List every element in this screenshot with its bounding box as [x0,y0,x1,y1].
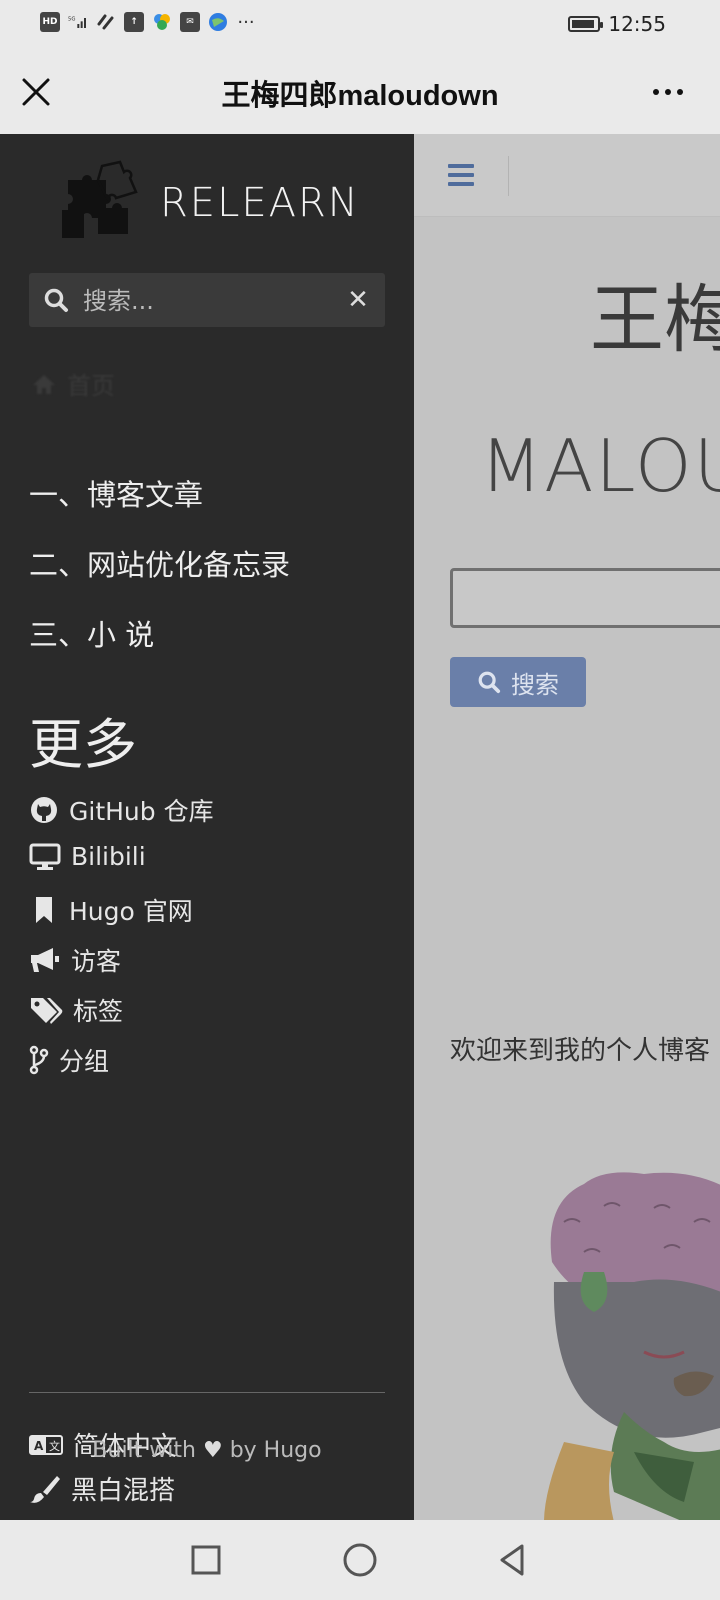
github-icon [31,797,57,823]
desktop-icon [29,843,61,870]
link-label: 访客 [71,947,122,976]
link-tags[interactable]: 标签 [29,992,123,1028]
paintbrush-icon [30,1475,60,1503]
welcome-text: 欢迎来到我的个人博客 [450,1036,711,1066]
clock: 12:55 [608,12,666,36]
link-groups[interactable]: 分组 [29,1042,109,1078]
circle-icon [343,1543,377,1577]
search-icon [478,671,501,694]
close-button[interactable] [18,74,54,110]
menu-icon[interactable] [448,164,474,186]
dot [665,89,671,95]
heart-icon: ♥ [202,1438,223,1463]
built-suffix: by Hugo [229,1438,322,1463]
system-navigation-bar [0,1520,720,1600]
status-left-icons: HD 5G ↑ ✉ ··· [40,11,256,33]
status-right: 12:55 [568,12,666,36]
link-label: 分组 [59,1047,110,1076]
theme-switcher[interactable]: 黑白混搭 [29,1470,175,1507]
sidebar-item-home[interactable]: 首页 [31,366,115,401]
main-search-button[interactable]: 搜索 [450,657,586,707]
main-search-input[interactable] [450,568,720,628]
built-with-credit: Built with ♥ by Hugo [0,1438,414,1463]
triangle-back-icon [500,1544,524,1576]
site-title: 王梅四郎 [590,277,720,363]
site-subtitle: MALOUDOWN [480,424,720,508]
more-notifications-icon: ··· [237,11,255,33]
close-icon [22,78,50,106]
hd-badge: HD [40,12,60,32]
logo-text[interactable]: RELEARN [160,180,360,226]
link-visitors[interactable]: 访客 [29,942,121,978]
bookmark-icon [36,897,52,923]
page-title: 王梅四郎maloudown [221,80,499,112]
mail-icon: ✉ [180,12,200,32]
recent-apps-button[interactable] [186,1540,226,1580]
title-bar: 王梅四郎maloudown [0,50,720,134]
link-label: 标签 [73,997,124,1026]
clear-search-icon[interactable]: ✕ [345,287,371,313]
search-input[interactable] [81,281,335,321]
link-label: Hugo 官网 [69,897,193,926]
megaphone-icon [31,948,59,972]
tags-icon [31,998,63,1024]
more-options-button[interactable] [646,76,690,108]
character-illustration [544,1172,720,1520]
home-icon [33,374,55,394]
link-label: Bilibili [71,842,146,871]
link-label: GitHub 仓库 [69,797,214,826]
link-icon [96,12,116,32]
dot [677,89,683,95]
battery-icon [568,16,604,32]
sidebar-divider [29,1392,385,1393]
link-bilibili[interactable]: Bilibili [29,842,146,871]
square-icon [191,1545,221,1575]
back-button[interactable] [492,1540,532,1580]
theme-label: 黑白混搭 [71,1476,176,1506]
topbar-separator [508,156,509,196]
link-hugo[interactable]: Hugo 官网 [29,892,193,928]
more-section-heading: 更多 [29,713,137,776]
app-icon-colorful [152,12,172,32]
sidebar-item-blog[interactable]: 一、博客文章 [29,472,203,514]
sidebar-item-novel[interactable]: 三、小 说 [29,612,154,654]
main-content[interactable]: 王梅四郎 MALOUDOWN 搜索 欢迎来到我的个人博客 [414,134,720,1520]
sidebar: RELEARN ✕ 首页 一、博客文章 二、网站优化备忘录 三、小 说 更多 G… [0,134,414,1520]
sidebar-item-label: 首页 [67,372,115,400]
link-github[interactable]: GitHub 仓库 [29,792,214,828]
network-type-label: 5G [68,17,76,23]
search-button-label: 搜索 [511,670,559,699]
home-button[interactable] [340,1540,380,1580]
upload-icon: ↑ [124,12,144,32]
content-topbar [414,134,720,217]
globe-app-icon [208,12,228,32]
branch-icon [29,1045,49,1075]
dot [653,89,659,95]
status-bar: HD 5G ↑ ✉ ··· 12:55 [0,0,720,50]
signal-icon: 5G [68,12,88,32]
built-prefix: Built with [92,1438,196,1463]
search-icon [44,288,68,312]
sidebar-search: ✕ [29,273,385,327]
puzzle-logo-icon[interactable] [58,160,138,244]
sidebar-item-site-notes[interactable]: 二、网站优化备忘录 [29,542,290,584]
